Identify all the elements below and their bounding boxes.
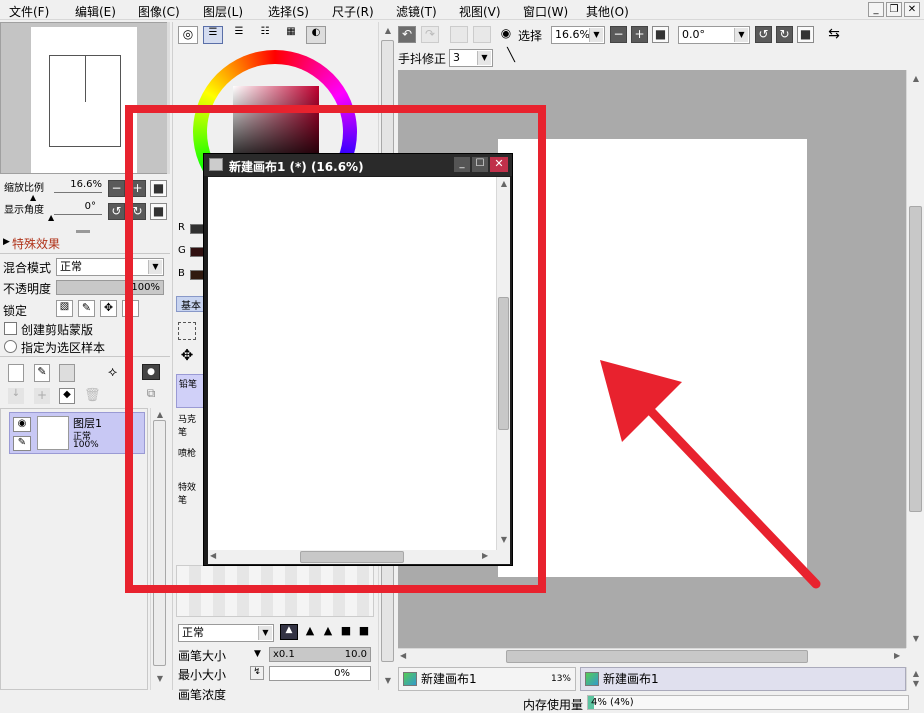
opacity-label: 不透明度: [3, 282, 52, 296]
annotation-rectangle: [125, 105, 546, 593]
restore-button[interactable]: ❐: [886, 2, 902, 17]
zoom-out-button[interactable]: −: [108, 180, 125, 197]
zoom-label: 缩放比例: [4, 183, 44, 194]
effects-label[interactable]: 特殊效果: [12, 235, 60, 252]
angle-slider-handle[interactable]: ▲: [48, 213, 54, 222]
rgb-slider-tab-icon[interactable]: ☰: [203, 26, 223, 44]
new-pen-layer-icon[interactable]: ✎: [34, 364, 50, 382]
brush-shape-1-icon[interactable]: ▲: [280, 624, 298, 640]
menu-bar: 文件(F) 编辑(E) 图像(C) 图层(L) 选择(S) 尺子(R) 滤镜(T…: [0, 0, 924, 20]
clipping-checkbox[interactable]: [4, 322, 17, 335]
menu-select[interactable]: 选择(S): [268, 3, 309, 20]
menu-filter[interactable]: 滤镜(T): [396, 3, 437, 20]
menu-image[interactable]: 图像(C): [138, 3, 180, 20]
canvas-tab-2-icon: [585, 672, 599, 686]
min-size-toggle-icon[interactable]: ↯: [250, 666, 264, 680]
visibility-eye-icon[interactable]: ◉: [13, 417, 31, 432]
toolbar-angle-select[interactable]: 0.0° ▼: [678, 26, 750, 44]
brush-shape-2-icon[interactable]: ▲: [302, 624, 318, 640]
blend-mode-label: 混合模式: [3, 261, 52, 275]
angle-label: 显示角度: [4, 205, 44, 216]
move-down-icon[interactable]: ↓: [8, 388, 24, 404]
brush-size-dropdown-icon[interactable]: ▼: [254, 649, 261, 659]
stabilizer-label: 手抖修正: [398, 52, 447, 66]
canvas-hscrollbar[interactable]: ◀ ▶: [398, 648, 906, 664]
toolbar-zoom-select[interactable]: 16.6% ▼: [551, 26, 605, 44]
memory-label: 内存使用量: [523, 698, 584, 712]
minimize-button[interactable]: _: [868, 2, 884, 17]
merge-icon[interactable]: +: [34, 388, 50, 404]
new-folder-icon[interactable]: [59, 364, 75, 382]
stabilizer-select[interactable]: 3 ▼: [449, 49, 493, 67]
rotate-left-button[interactable]: ↺: [108, 203, 125, 220]
layer-opacity: 100%: [73, 440, 99, 450]
zoom-value[interactable]: 16.6%: [54, 179, 102, 193]
menu-window[interactable]: 窗口(W): [523, 3, 568, 20]
angle-value[interactable]: 0°: [54, 201, 102, 215]
menu-ruler[interactable]: 尺子(R): [332, 3, 374, 20]
toolbar-rotate-right-button[interactable]: ↻: [776, 26, 793, 43]
straight-line-icon[interactable]: ╲: [502, 48, 520, 66]
lock-label: 锁定: [3, 304, 28, 318]
layer-edit-pen-icon[interactable]: ✎: [13, 436, 31, 451]
sample-radio[interactable]: [4, 340, 17, 353]
deselect-button[interactable]: [450, 26, 468, 43]
lock-paint-icon[interactable]: ✎: [78, 300, 95, 317]
color-wheel-tab-icon[interactable]: ◎: [178, 26, 198, 44]
brush-size-slider[interactable]: x0.1 10.0: [269, 647, 371, 662]
view-selection-eye-icon[interactable]: ◉: [497, 26, 515, 43]
brush-mode-select[interactable]: 正常 ▼: [178, 624, 274, 642]
collapse-arrow-icon[interactable]: ▶: [3, 237, 10, 247]
undo-button[interactable]: ↶: [398, 26, 416, 43]
min-size-label: 最小大小: [178, 668, 227, 682]
min-size-slider[interactable]: 0%: [269, 666, 371, 681]
navigator-preview[interactable]: [49, 55, 121, 147]
density-label: 画笔浓度: [178, 688, 227, 702]
color-mix-tab-icon[interactable]: ☷: [255, 26, 275, 44]
scratchpad-tab-icon[interactable]: ◐: [306, 26, 326, 44]
clear-layer-icon[interactable]: ◆: [59, 388, 75, 404]
redo-button[interactable]: ↷: [421, 26, 439, 43]
menu-file[interactable]: 文件(F): [9, 3, 49, 20]
lock-move-icon[interactable]: ✥: [100, 300, 117, 317]
hsv-slider-tab-icon[interactable]: ☰: [229, 26, 249, 44]
new-layer-icon[interactable]: [8, 364, 24, 382]
canvas-tab-1-percent: 13%: [550, 674, 571, 684]
canvas-tab-2[interactable]: 新建画布1: [580, 667, 906, 691]
layer-thumbnail: [37, 416, 69, 450]
menu-view[interactable]: 视图(V): [459, 3, 501, 20]
annotation-arrow: [600, 360, 821, 589]
flip-horizontal-icon[interactable]: ⇆: [824, 26, 844, 44]
brush-shape-4-icon[interactable]: ■: [338, 624, 354, 640]
toolbar-rotate-left-button[interactable]: ↺: [755, 26, 772, 43]
invert-selection-button[interactable]: [473, 26, 491, 43]
select-label: 选择: [518, 29, 543, 43]
canvas-vscrollbar[interactable]: ▲ ▼: [906, 70, 924, 648]
brush-size-label: 画笔大小: [178, 649, 227, 663]
canvas-tab-1-icon: [403, 672, 417, 686]
canvas-tab-1[interactable]: 新建画布1 13%: [398, 667, 576, 691]
layer-special-icon[interactable]: ⟡: [108, 364, 117, 380]
toolbar-zoom-in-button[interactable]: +: [631, 26, 648, 43]
splitter[interactable]: [76, 230, 90, 233]
menu-layer[interactable]: 图层(L): [203, 3, 243, 20]
toolbar-zoom-out-button[interactable]: −: [610, 26, 627, 43]
toolbar-zoom-reset-button[interactable]: ■: [652, 26, 669, 43]
sample-label: 指定为选区样本: [21, 341, 106, 355]
toolbar-rotate-reset-button[interactable]: ■: [797, 26, 814, 43]
brush-shape-5-icon[interactable]: ■: [356, 624, 372, 640]
delete-layer-icon[interactable]: 🗑: [84, 388, 101, 404]
menu-other[interactable]: 其他(O): [586, 3, 629, 20]
lock-transparency-icon[interactable]: ▧: [56, 300, 73, 317]
close-button[interactable]: ✕: [904, 2, 920, 17]
menu-edit[interactable]: 编辑(E): [75, 3, 116, 20]
swatch-tab-icon[interactable]: ▦: [281, 26, 301, 44]
clipping-label: 创建剪贴蒙版: [21, 323, 94, 337]
brush-shape-3-icon[interactable]: ▲: [320, 624, 336, 640]
memory-usage-bar: 4% (4%): [587, 695, 909, 710]
